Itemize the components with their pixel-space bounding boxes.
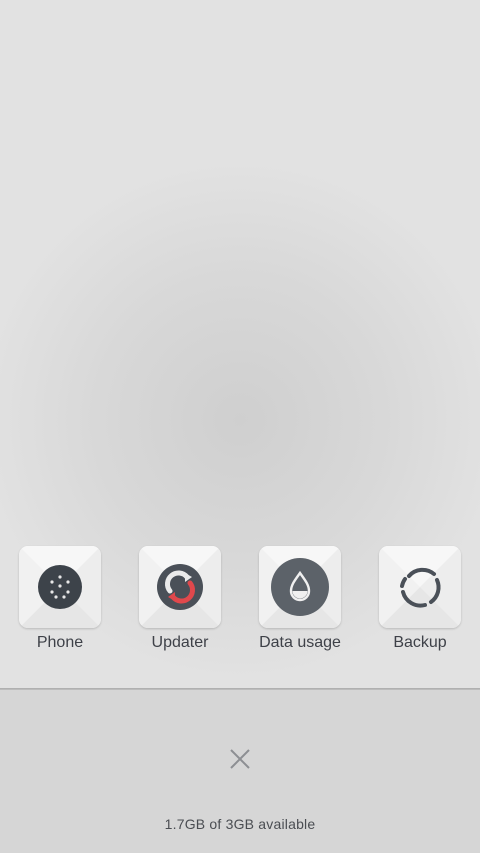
app-tile[interactable] [19,546,101,628]
close-all-button[interactable] [222,741,258,777]
recents-screen: Phone Updater Data usage Backup 1.7GB of… [0,0,480,853]
recent-app-phone[interactable]: Phone [0,545,120,665]
data-usage-drop-icon [271,558,329,616]
app-label: Updater [151,634,209,651]
app-tile[interactable] [139,546,221,628]
recent-app-updater[interactable]: Updater [120,545,240,665]
app-label: Backup [393,634,447,651]
app-tile[interactable] [379,546,461,628]
close-icon [230,749,250,769]
updater-icon [157,564,203,610]
recent-apps-row: Phone Updater Data usage Backup [0,545,480,665]
app-label: Phone [36,634,84,651]
storage-status: 1.7GB of 3GB available [164,816,316,832]
recent-app-data-usage[interactable]: Data usage [240,545,360,665]
recent-app-backup[interactable]: Backup [360,545,480,665]
phone-dialpad-icon [38,565,82,609]
app-tile[interactable] [259,546,341,628]
app-label: Data usage [259,634,341,651]
backup-ring-icon [400,567,441,608]
